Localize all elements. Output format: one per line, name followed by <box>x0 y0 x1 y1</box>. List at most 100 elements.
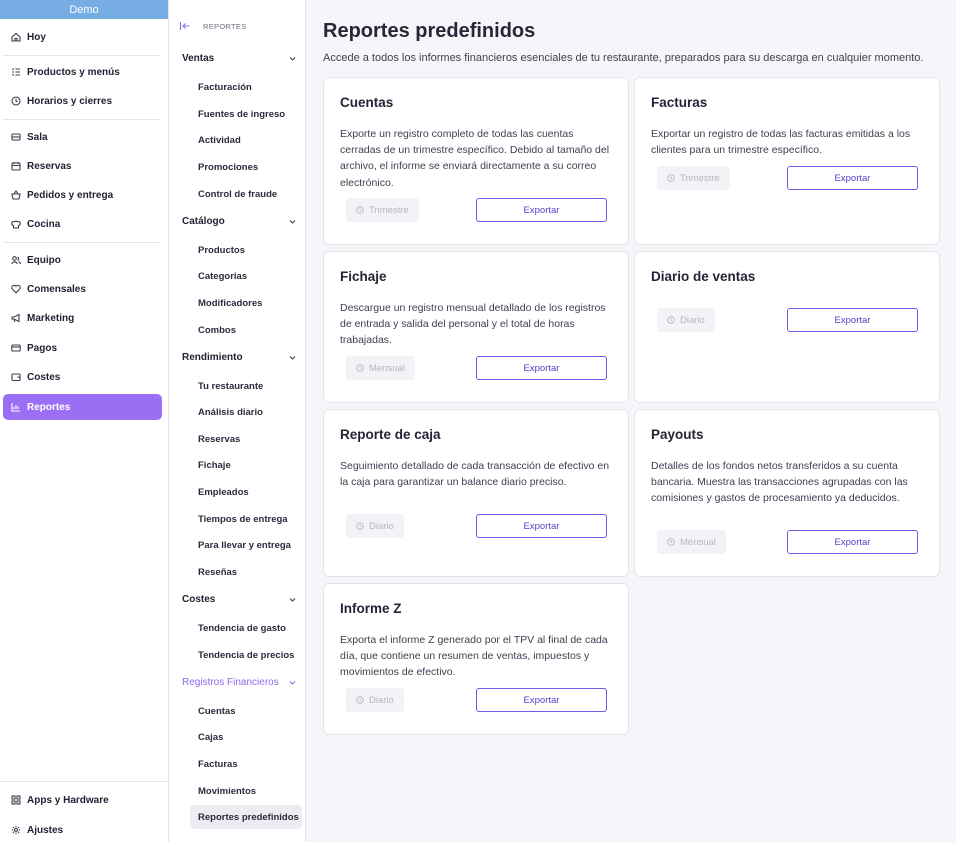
export-button[interactable]: Exportar <box>476 688 607 712</box>
period-selector[interactable]: Diario <box>346 688 404 712</box>
chart-icon <box>11 402 21 412</box>
group-label: Costes <box>182 593 216 605</box>
subnav-item-categorias[interactable]: Categorias <box>190 265 302 287</box>
nav-item-costes[interactable]: Costes <box>3 364 162 390</box>
export-button[interactable]: Exportar <box>787 530 918 554</box>
gear-icon <box>11 825 21 835</box>
period-label: Diario <box>680 314 705 326</box>
subnav-item-label: Fichaje <box>198 459 231 471</box>
brand-bar[interactable]: Demo <box>0 0 168 19</box>
subnav-item-label: Actividad <box>198 134 241 146</box>
subnav-item-tu-restaurante[interactable]: Tu restaurante <box>190 375 302 397</box>
subnav-item-empleados[interactable]: Empleados <box>190 481 302 503</box>
export-button[interactable]: Exportar <box>787 308 918 332</box>
subnav-item-combos[interactable]: Combos <box>190 319 302 341</box>
card-description: Exporte un registro completo de todas la… <box>340 128 610 189</box>
nav-item-cocina[interactable]: Cocina <box>3 211 162 237</box>
report-card-reporte-caja: Reporte de caja Seguimiento detallado de… <box>323 409 629 577</box>
subnav-item-label: Fuentes de ingreso <box>198 108 286 120</box>
export-button[interactable]: Exportar <box>787 166 918 190</box>
card-title: Payouts <box>651 427 704 442</box>
subnav-item-label: Reportes predefinidos <box>198 811 299 823</box>
subnav-item-label: Facturas <box>198 758 238 770</box>
nav-item-sala[interactable]: Sala <box>3 124 162 150</box>
clock-icon <box>356 696 364 704</box>
card-title: Diario de ventas <box>651 269 756 284</box>
group-label: Rendimiento <box>182 351 243 363</box>
clock-icon <box>667 538 675 546</box>
nav-item-ajustes[interactable]: Ajustes <box>3 817 162 842</box>
subnav-item-resenas[interactable]: Reseñas <box>190 561 302 583</box>
nav-item-label: Pagos <box>27 342 58 354</box>
collapse-icon[interactable] <box>179 20 191 32</box>
group-rendimiento[interactable]: Rendimiento <box>182 348 297 366</box>
subnav-item-movimientos[interactable]: Movimientos <box>190 780 302 802</box>
subnav-item-para-llevar[interactable]: Para llevar y entrega <box>190 534 302 556</box>
period-selector[interactable]: Mensual <box>657 530 726 554</box>
subnav-item-actividad[interactable]: Actividad <box>190 129 302 151</box>
subnav-item-tendencia-gasto[interactable]: Tendencia de gasto <box>190 617 302 639</box>
subnav-item-reportes-predefinidos[interactable]: Reportes predefinidos <box>190 805 302 829</box>
subnav-item-cajas[interactable]: Cajas <box>190 726 302 748</box>
chevron-down-icon <box>288 353 297 362</box>
nav-item-pedidos[interactable]: Pedidos y entrega <box>3 182 162 208</box>
subnav-item-label: Tu restaurante <box>198 380 264 392</box>
reports-subnav: REPORTES Ventas Facturación Fuentes de i… <box>169 0 306 842</box>
period-selector[interactable]: Trimestre <box>657 166 730 190</box>
sofa-icon <box>11 132 21 142</box>
subnav-item-tendencia-precios[interactable]: Tendencia de precios <box>190 644 302 666</box>
nav-item-comensales[interactable]: Comensales <box>3 276 162 302</box>
export-button[interactable]: Exportar <box>476 514 607 538</box>
nav-item-label: Reportes <box>27 401 71 413</box>
nav-item-marketing[interactable]: Marketing <box>3 305 162 331</box>
period-selector[interactable]: Diario <box>346 514 404 538</box>
subnav-item-fichaje[interactable]: Fichaje <box>190 454 302 476</box>
subnav-item-modificadores[interactable]: Modificadores <box>190 292 302 314</box>
subnav-item-analisis-diario[interactable]: Análisis diario <box>190 401 302 423</box>
nav-item-apps[interactable]: Apps y Hardware <box>3 787 162 813</box>
nav-item-horarios[interactable]: Horarios y cierres <box>3 88 162 114</box>
subnav-item-label: Reseñas <box>198 566 238 578</box>
period-selector[interactable]: Trimestre <box>346 198 419 222</box>
subnav-item-cuentas[interactable]: Cuentas <box>190 700 302 722</box>
subnav-item-fraude[interactable]: Control de fraude <box>190 183 302 205</box>
subnav-item-facturacion[interactable]: Facturación <box>190 76 302 98</box>
period-label: Trimestre <box>680 172 720 184</box>
home-icon <box>11 32 21 42</box>
group-registros-financieros[interactable]: Registros Financieros <box>182 673 297 691</box>
period-label: Mensual <box>680 536 716 548</box>
subnav-item-label: Cuentas <box>198 705 236 717</box>
nav-item-pagos[interactable]: Pagos <box>3 335 162 361</box>
list-icon <box>11 67 21 77</box>
subnav-item-productos[interactable]: Productos <box>190 239 302 261</box>
period-selector[interactable]: Mensual <box>346 356 415 380</box>
main-sidebar: Demo Hoy Productos y menús Horarios y ci… <box>0 0 169 842</box>
report-card-payouts: Payouts Detalles de los fondos netos tra… <box>634 409 940 577</box>
subnav-item-fuentes[interactable]: Fuentes de ingreso <box>190 103 302 125</box>
period-selector[interactable]: Diario <box>657 308 715 332</box>
export-button[interactable]: Exportar <box>476 356 607 380</box>
subnav-item-reservas[interactable]: Reservas <box>190 428 302 450</box>
nav-item-productos[interactable]: Productos y menús <box>3 59 162 85</box>
subnav-item-tiempos-entrega[interactable]: Tiempos de entrega <box>190 508 302 530</box>
group-ventas[interactable]: Ventas <box>182 49 297 67</box>
nav-item-hoy[interactable]: Hoy <box>3 24 162 50</box>
divider <box>3 119 160 120</box>
nav-item-reportes[interactable]: Reportes <box>3 394 162 420</box>
subnav-item-facturas[interactable]: Facturas <box>190 753 302 775</box>
divider <box>0 781 168 782</box>
chevron-down-icon <box>288 595 297 604</box>
divider <box>3 242 160 243</box>
subnav-item-promociones[interactable]: Promociones <box>190 156 302 178</box>
report-card-cuentas: Cuentas Exporte un registro completo de … <box>323 77 629 245</box>
group-costes[interactable]: Costes <box>182 590 297 608</box>
export-button[interactable]: Exportar <box>476 198 607 222</box>
card-title: Reporte de caja <box>340 427 441 442</box>
nav-item-reservas[interactable]: Reservas <box>3 153 162 179</box>
subnav-item-label: Tendencia de gasto <box>198 622 286 634</box>
group-catalogo[interactable]: Catálogo <box>182 212 297 230</box>
nav-item-label: Comensales <box>27 283 86 295</box>
users-icon <box>11 255 21 265</box>
nav-item-equipo[interactable]: Equipo <box>3 247 162 273</box>
subnav-item-label: Productos <box>198 244 245 256</box>
